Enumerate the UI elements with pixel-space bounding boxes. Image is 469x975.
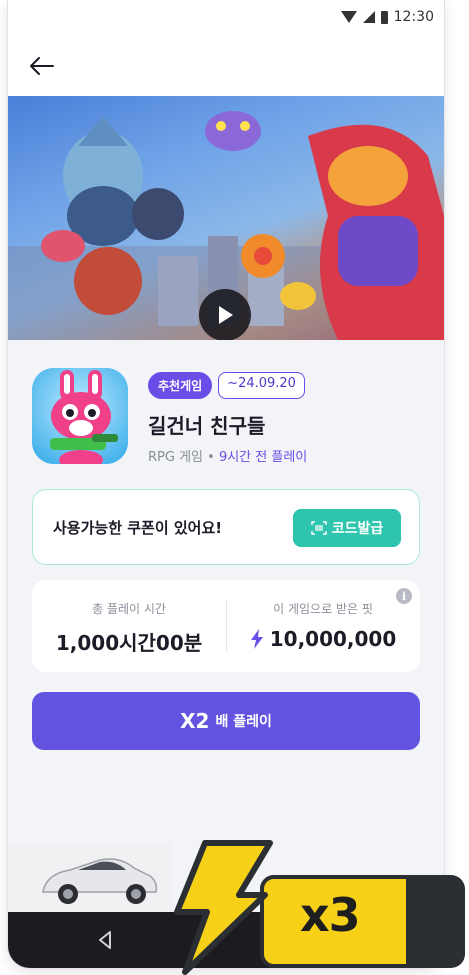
- event-date-badge: ~24.09.20: [218, 372, 305, 399]
- coupon-message: 사용가능한 쿠폰이 있어요!: [53, 519, 223, 537]
- phone-frame: 12:30 추천게임 ~24.09.20 길건너 친구들 RPG 게임 • 9시…: [8, 0, 444, 968]
- issue-code-label: 코드발급: [331, 521, 384, 537]
- play-icon: [219, 306, 233, 324]
- barcode-scan-icon: [311, 521, 327, 535]
- play-button-label: 배 플레이: [215, 714, 272, 730]
- game-title: 길건너 친구들: [148, 414, 266, 438]
- game-trailer-banner[interactable]: [8, 96, 444, 340]
- bunny-character-icon: [32, 368, 128, 464]
- signal-icon: [362, 11, 375, 23]
- game-genre: RPG 게임: [148, 450, 203, 465]
- total-play-label: 총 플레이 시간: [92, 602, 166, 616]
- arrow-left-icon: [30, 57, 54, 75]
- recommended-badge: 추천게임: [148, 372, 213, 399]
- battery-icon: [380, 10, 388, 24]
- car-image: [42, 858, 158, 904]
- game-info: 추천게임 ~24.09.20 길건너 친구들 RPG 게임 • 9시간 전 플레…: [32, 368, 420, 468]
- play-x2-button[interactable]: X2 배 플레이: [32, 692, 420, 750]
- game-app-icon: [32, 368, 128, 464]
- app-header: [8, 36, 444, 96]
- points-value-row: 10,000,000: [226, 627, 420, 651]
- meta-separator: •: [207, 450, 215, 465]
- game-meta: RPG 게임 • 9시간 전 플레이: [148, 446, 307, 465]
- boost-bar: [260, 875, 465, 968]
- nav-back-icon[interactable]: [90, 924, 122, 956]
- game-tags: 추천게임 ~24.09.20: [148, 372, 305, 399]
- status-icons: 12:30: [340, 9, 434, 25]
- boost-multiplier-label: x3: [300, 888, 361, 942]
- boost-x3-overlay[interactable]: x3: [165, 840, 469, 975]
- last-played: 9시간 전 플레이: [218, 450, 308, 465]
- earned-points: 이 게임으로 받은 핏 10,000,000: [226, 580, 420, 672]
- issue-code-button[interactable]: 코드발급: [293, 509, 401, 547]
- points-value: 10,000,000: [269, 627, 397, 651]
- play-multiplier: X2: [180, 709, 210, 733]
- coupon-card: 사용가능한 쿠폰이 있어요! 코드발급: [32, 489, 420, 565]
- play-video-button[interactable]: [199, 289, 251, 340]
- lightning-bolt-icon: [174, 840, 273, 975]
- total-play-time: 총 플레이 시간 1,000시간00분: [32, 580, 226, 672]
- status-time: 12:30: [393, 9, 434, 25]
- car-ad-banner[interactable]: [8, 842, 173, 912]
- back-button[interactable]: [26, 50, 58, 82]
- info-icon[interactable]: i: [396, 588, 412, 604]
- play-stats-card: 총 플레이 시간 1,000시간00분 이 게임으로 받은 핏 10,000,0…: [32, 580, 420, 672]
- total-play-value: 1,000시간00분: [55, 631, 203, 655]
- status-bar: 12:30: [8, 0, 444, 36]
- points-label: 이 게임으로 받은 핏: [273, 602, 373, 616]
- lightning-icon: [250, 629, 263, 649]
- wifi-icon: [340, 11, 357, 23]
